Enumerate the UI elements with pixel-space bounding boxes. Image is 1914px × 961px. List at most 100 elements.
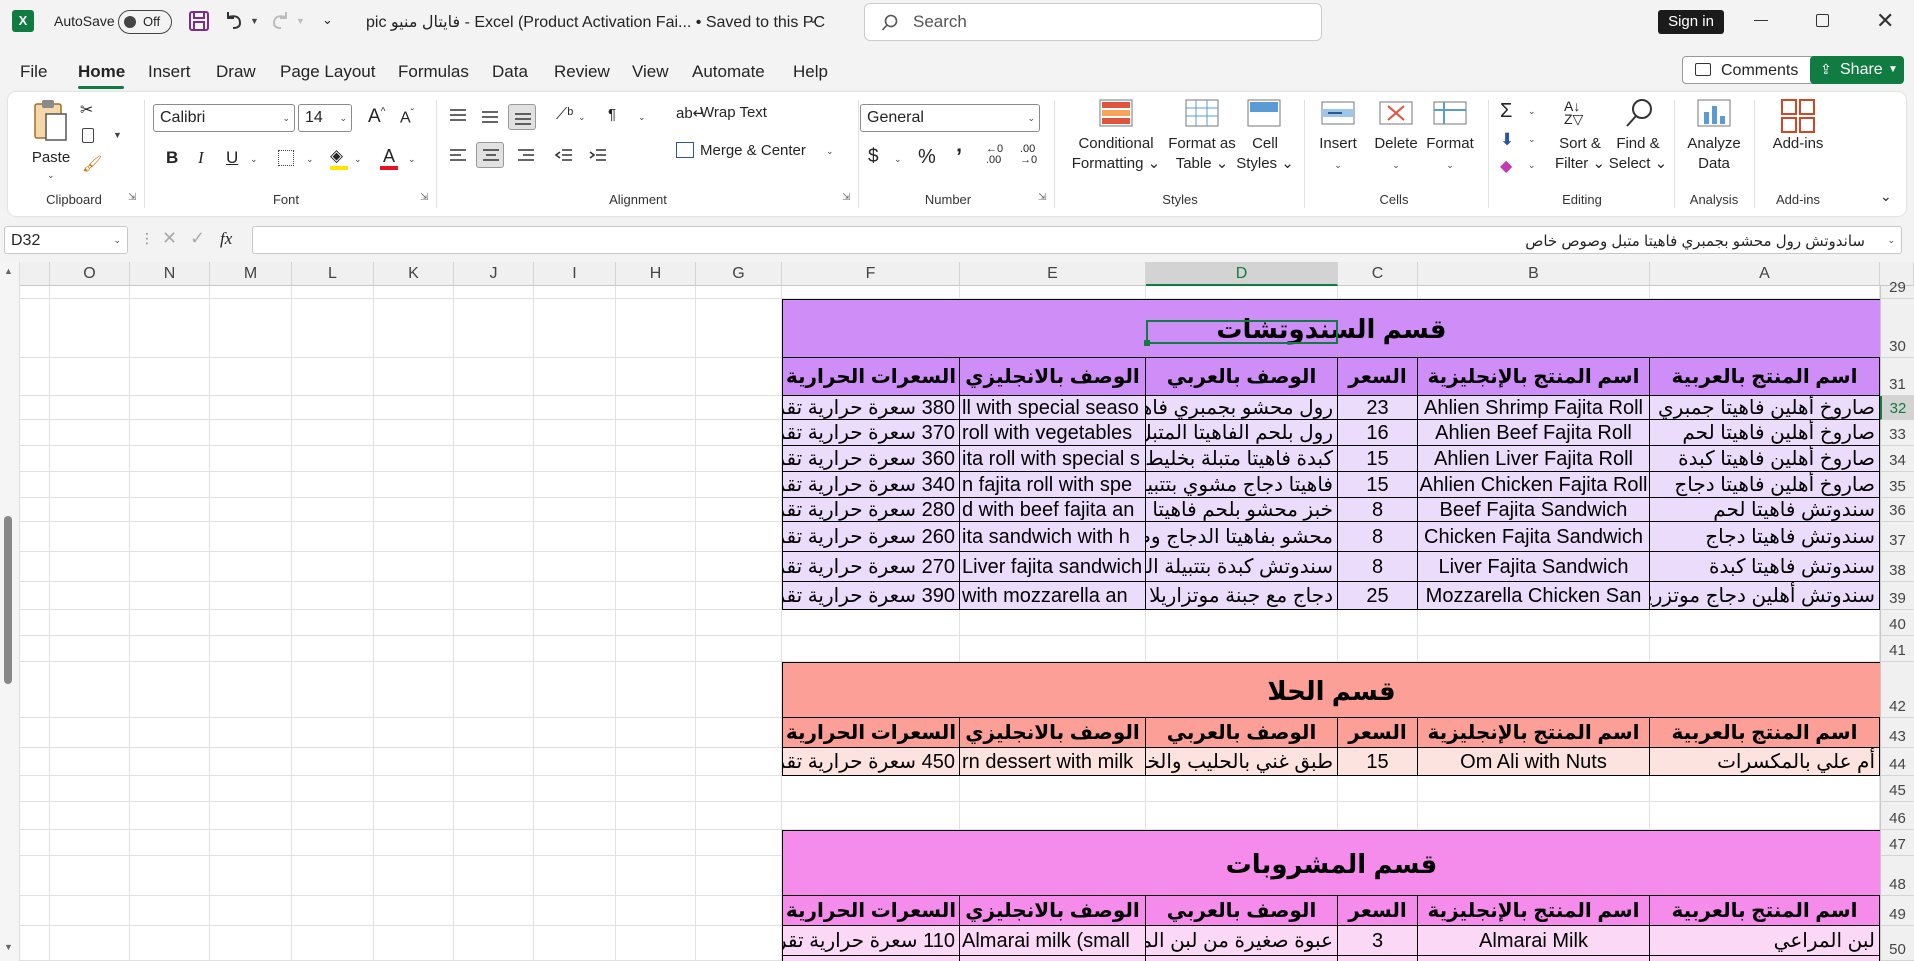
row-header-44[interactable]: 44 (1880, 748, 1914, 776)
sandwich-row-5-cell-a[interactable]: سندوتش فاهيتا لحم (1650, 498, 1880, 522)
number-format-select[interactable]: General ⌄ (860, 104, 1040, 132)
drink-row-2-cell-a[interactable]: زبادي المراعي (1650, 956, 1880, 961)
sandwich-row-5-cell-c[interactable]: 8 (1338, 498, 1418, 522)
tab-help[interactable]: Help (793, 62, 828, 82)
increase-indent-icon[interactable] (588, 148, 608, 164)
row-header-38[interactable]: 38 (1880, 552, 1914, 582)
column-header-d[interactable]: D (1146, 262, 1338, 286)
sandwich-row-7-cell-a[interactable]: سندوتش فاهيتا كبدة (1650, 552, 1880, 582)
font-name-select[interactable]: Calibri ⌄ (153, 104, 295, 132)
font-color-dropdown-icon[interactable]: ⌄ (408, 154, 416, 165)
align-right-icon[interactable] (516, 148, 536, 164)
sandwich-header-e[interactable]: الوصف بالانجليزي (960, 358, 1146, 396)
borders-dropdown-icon[interactable]: ⌄ (306, 154, 314, 165)
autosum-icon[interactable]: Σ (1500, 100, 1512, 123)
sandwich-row-8-cell-b[interactable]: Mozzarella Chicken San (1418, 582, 1650, 610)
save-icon[interactable] (188, 10, 210, 32)
section-title-drinks[interactable]: قسم المشروبات (782, 830, 1880, 896)
column-header-n[interactable]: N (130, 262, 210, 286)
dessert-row-1-cell-e[interactable]: rn dessert with milk (960, 748, 1146, 776)
tab-page-layout[interactable]: Page Layout (280, 62, 375, 82)
sandwich-row-2-cell-a[interactable]: صاروخ أهلين فاهيتا لحم (1650, 420, 1880, 446)
sandwich-row-4-cell-f[interactable]: 340 سعرة حرارية تقريبًا (782, 472, 960, 498)
sign-in-button[interactable]: Sign in (1658, 10, 1724, 34)
find-select-button[interactable]: Find & Select ⌄ (1608, 98, 1668, 188)
sandwich-row-3-cell-a[interactable]: صاروخ أهلين فاهيتا كبدة (1650, 446, 1880, 472)
sandwich-row-8-cell-d[interactable]: دجاج مع جبنة موتزاريلا وصا (1146, 582, 1338, 610)
currency-dropdown-icon[interactable]: ⌄ (894, 154, 902, 165)
document-title[interactable]: pic فايتال منيو - Excel (Product Activat… (366, 12, 825, 32)
bold-icon[interactable]: B (166, 148, 178, 168)
add-ins-button[interactable]: Add-ins (1760, 98, 1836, 188)
font-launcher-icon[interactable]: ⇲ (420, 192, 428, 203)
row-header-33[interactable]: 33 (1880, 420, 1914, 446)
orientation-icon[interactable]: ⟋ᵇ (556, 106, 573, 124)
column-header-c[interactable]: C (1338, 262, 1418, 286)
copy-dropdown-icon[interactable]: ▼ (113, 130, 122, 140)
sandwich-row-3-cell-d[interactable]: كبدة فاهيتا متبلة بخليط (1146, 446, 1338, 472)
drink-row-2-cell-f[interactable]: 100 سعرة حرارية تقريبًا (782, 956, 960, 961)
column-header-g[interactable]: G (696, 262, 782, 286)
sandwich-row-7-cell-c[interactable]: 8 (1338, 552, 1418, 582)
dessert-header-b[interactable]: اسم المنتج بالإنجليزية (1418, 718, 1650, 748)
borders-icon[interactable] (278, 150, 294, 166)
redo-icon[interactable] (270, 10, 290, 32)
fill-handle[interactable] (1144, 340, 1150, 346)
restore-icon[interactable] (1816, 14, 1829, 27)
sandwich-row-2-cell-b[interactable]: Ahlien Beef Fajita Roll (1418, 420, 1650, 446)
sandwich-row-3-cell-f[interactable]: 360 سعرة حرارية تقريبًا (782, 446, 960, 472)
alignment-launcher-icon[interactable]: ⇲ (842, 192, 850, 203)
clipboard-launcher-icon[interactable]: ⇲ (128, 192, 136, 203)
drink-row-1-cell-e[interactable]: Almarai milk (small (960, 926, 1146, 956)
customize-toolbar-icon[interactable]: ⌄ (322, 12, 333, 28)
tab-draw[interactable]: Draw (216, 62, 256, 82)
decrease-indent-icon[interactable] (554, 148, 574, 164)
row-header-30[interactable]: 30 (1880, 299, 1914, 358)
sandwich-row-4-cell-d[interactable]: فاهيتا دجاج مشوي بتتبيلة (1146, 472, 1338, 498)
dessert-row-1-cell-f[interactable]: 450 سعرة حرارية تقريبًا (782, 748, 960, 776)
sandwich-row-7-cell-b[interactable]: Liver Fajita Sandwich (1418, 552, 1650, 582)
copy-icon[interactable] (82, 128, 94, 143)
sandwich-row-6-cell-d[interactable]: محشو بفاهيتا الدجاج وصوص (1146, 522, 1338, 552)
column-header-h[interactable]: H (616, 262, 696, 286)
worksheet[interactable]: ▲ ▼ ONMLKJIHGFEDCBA 29 30 31 32 33 34 35 36 37 38… (0, 262, 1914, 961)
comma-style-icon[interactable]: ’ (956, 144, 962, 170)
drink-row-2-cell-b[interactable]: Almarai Yogurt (1418, 956, 1650, 961)
drink-row-1-cell-f[interactable]: 110 سعرة حرارية تقريبًا (782, 926, 960, 956)
sandwich-header-c[interactable]: السعر (1338, 358, 1418, 396)
sandwich-row-5-cell-d[interactable]: خبز محشو بلحم فاهيتا وخ (1146, 498, 1338, 522)
sandwich-row-7-cell-e[interactable]: Liver fajita sandwich (960, 552, 1146, 582)
row-header-47[interactable]: 47 (1880, 830, 1914, 856)
sandwich-row-3-cell-e[interactable]: ita roll with special s (960, 446, 1146, 472)
format-painter-icon[interactable]: 🖌 (82, 154, 102, 174)
title-chevron-down-icon[interactable]: ⌄ (808, 12, 818, 26)
row-header-37[interactable]: 37 (1880, 522, 1914, 552)
sandwich-row-3-cell-b[interactable]: Ahlien Liver Fajita Roll (1418, 446, 1650, 472)
minimize-icon[interactable] (1754, 20, 1768, 21)
row-header-35[interactable]: 35 (1880, 472, 1914, 498)
column-header-l[interactable]: L (292, 262, 374, 286)
sandwich-row-8-cell-e[interactable]: with mozzarella an (960, 582, 1146, 610)
fill-icon[interactable]: ⬇ (1500, 130, 1514, 150)
align-top-icon[interactable] (448, 108, 468, 124)
sandwich-row-1-cell-e[interactable]: ll with special seaso (960, 396, 1146, 420)
sandwich-row-6-cell-b[interactable]: Chicken Fajita Sandwich (1418, 522, 1650, 552)
dessert-row-1-cell-c[interactable]: 15 (1338, 748, 1418, 776)
dessert-header-c[interactable]: السعر (1338, 718, 1418, 748)
redo-dropdown-icon[interactable]: ▼ (296, 16, 305, 26)
row-header-40[interactable]: 40 (1880, 610, 1914, 636)
row-header-48[interactable]: 48 (1880, 856, 1914, 896)
tab-formulas[interactable]: Formulas (398, 62, 469, 82)
conditional-formatting-button[interactable]: Conditional Formatting ⌄ (1060, 98, 1172, 188)
column-header-e[interactable]: E (960, 262, 1146, 286)
sandwich-row-2-cell-e[interactable]: roll with vegetables (960, 420, 1146, 446)
sandwich-row-8-cell-f[interactable]: 390 سعرة حرارية تقريبًا (782, 582, 960, 610)
sandwich-header-f[interactable]: السعرات الحرارية (782, 358, 960, 396)
vertical-scrollbar[interactable]: ▲ ▼ (0, 262, 20, 961)
font-color-icon[interactable]: A (383, 146, 395, 167)
fill-color-dropdown-icon[interactable]: ⌄ (354, 154, 362, 165)
column-header-m[interactable]: M (210, 262, 292, 286)
analyze-data-button[interactable]: Analyze Data (1678, 98, 1750, 188)
italic-icon[interactable]: I (198, 148, 204, 168)
sandwich-row-5-cell-b[interactable]: Beef Fajita Sandwich (1418, 498, 1650, 522)
